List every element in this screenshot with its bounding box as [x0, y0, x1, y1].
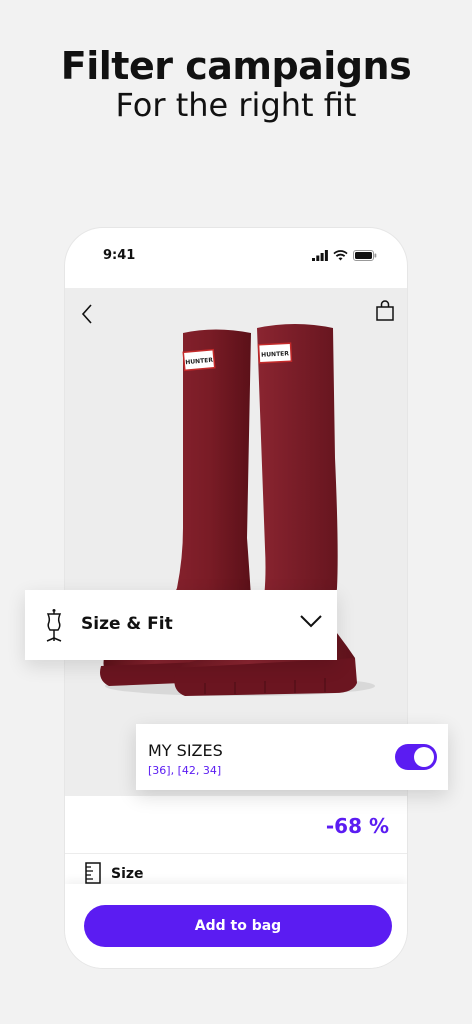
chevron-down-icon[interactable]: [299, 614, 323, 628]
price-row: -68 %: [65, 796, 407, 854]
size-fit-title: Size & Fit: [81, 614, 173, 634]
status-time: 9:41: [103, 248, 136, 263]
my-sizes-toggle[interactable]: [395, 744, 437, 770]
status-icons: [312, 250, 377, 261]
my-sizes-title: MY SIZES: [148, 741, 223, 760]
toggle-knob: [414, 747, 434, 767]
status-bar: 9:41: [65, 228, 407, 288]
headline: Filter campaigns For the right fit: [0, 44, 472, 124]
size-label: Size: [111, 866, 144, 882]
battery-icon: [353, 250, 377, 261]
wifi-icon: [333, 250, 348, 261]
headline-subtitle: For the right fit: [115, 86, 357, 124]
size-fit-card[interactable]: Size & Fit: [25, 590, 337, 660]
cta-area: Add to bag: [65, 884, 407, 968]
my-sizes-card: MY SIZES [36], [42, 34]: [136, 724, 448, 790]
my-sizes-values: [36], [42, 34]: [148, 764, 222, 777]
discount-badge: -68 %: [325, 814, 389, 838]
brand-tag-right: HUNTER: [261, 350, 289, 358]
bag-icon[interactable]: [375, 300, 395, 322]
headline-title: Filter campaigns: [60, 44, 412, 88]
dress-form-icon: [46, 609, 62, 642]
ruler-icon: [85, 862, 101, 884]
product-image: HUNTER HUNTER: [65, 288, 407, 796]
add-to-bag-button[interactable]: Add to bag: [84, 905, 392, 947]
boots-image: HUNTER HUNTER: [100, 324, 375, 696]
signal-icon: [312, 250, 328, 261]
back-icon[interactable]: [79, 302, 99, 326]
